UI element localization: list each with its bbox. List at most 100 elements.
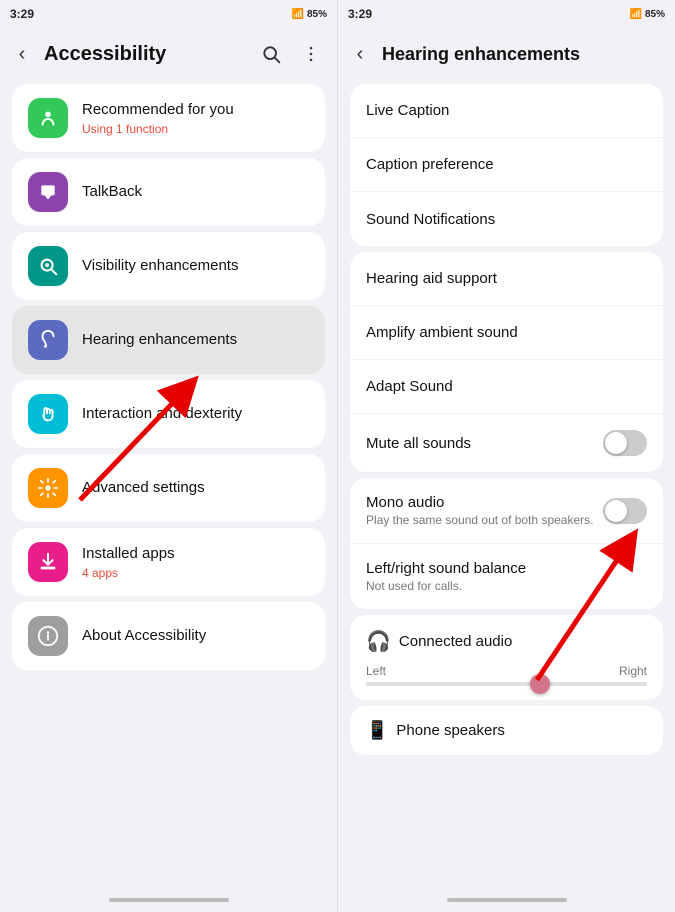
mono-audio-item[interactable]: Mono audio Play the same sound out of bo… (350, 478, 663, 544)
amplify-title: Amplify ambient sound (366, 324, 647, 341)
left-home-indicator (0, 888, 337, 912)
phone-speakers-section: 📱 Phone speakers (350, 706, 663, 755)
adapt-sound-text: Adapt Sound (366, 378, 647, 395)
installed-card: Installed apps 4 apps (12, 528, 325, 596)
talkback-text: TalkBack (82, 182, 309, 202)
mute-all-toggle[interactable] (603, 430, 647, 456)
sound-notif-text: Sound Notifications (366, 211, 647, 228)
talkback-card: TalkBack (12, 158, 325, 226)
right-time: 3:29 (348, 7, 372, 21)
advanced-icon (28, 468, 68, 508)
sidebar-item-advanced[interactable]: Advanced settings (12, 454, 325, 522)
right-status-bar: 3:29 📶 85% (338, 0, 675, 28)
phone-icon: 📱 (366, 720, 388, 741)
caption-pref-item[interactable]: Caption preference (350, 138, 663, 192)
mute-all-item[interactable]: Mute all sounds (350, 414, 663, 472)
mono-audio-toggle[interactable] (603, 498, 647, 524)
phone-speakers-title: Phone speakers (396, 722, 504, 739)
left-screen: 3:29 📶 85% ‹ Accessibility (0, 0, 337, 912)
recommended-title: Recommended for you (82, 100, 309, 120)
recommended-icon (28, 98, 68, 138)
connected-audio-section: 🎧 Connected audio Left Right (350, 615, 663, 700)
talkback-title: TalkBack (82, 182, 309, 202)
phone-speakers-header: 📱 Phone speakers (366, 720, 647, 741)
accessibility-menu-list: Recommended for you Using 1 function (0, 80, 337, 888)
sound-balance-slider[interactable] (366, 682, 647, 686)
adapt-sound-item[interactable]: Adapt Sound (350, 360, 663, 414)
left-top-bar: ‹ Accessibility (0, 28, 337, 80)
right-home-indicator (338, 888, 675, 912)
about-title: About Accessibility (82, 626, 309, 646)
mute-all-title: Mute all sounds (366, 435, 603, 452)
hearing-text: Hearing enhancements (82, 330, 309, 350)
visibility-text: Visibility enhancements (82, 256, 309, 276)
slider-fill (366, 682, 647, 686)
right-panel: 3:29 📶 85% ‹ Hearing enhancements Live C… (337, 0, 675, 912)
amplify-text: Amplify ambient sound (366, 324, 647, 341)
mono-audio-title: Mono audio (366, 494, 603, 511)
interaction-title: Interaction and dexterity (82, 404, 309, 424)
right-signal-icons: 📶 85% (630, 9, 665, 20)
interaction-text: Interaction and dexterity (82, 404, 309, 424)
mono-audio-subtitle: Play the same sound out of both speakers… (366, 513, 603, 527)
hearing-title: Hearing enhancements (82, 330, 309, 350)
caption-pref-title: Caption preference (366, 156, 647, 173)
sidebar-item-visibility[interactable]: Visibility enhancements (12, 232, 325, 300)
slider-thumb[interactable] (530, 674, 550, 694)
right-top-bar: ‹ Hearing enhancements (338, 28, 675, 80)
mono-audio-text: Mono audio Play the same sound out of bo… (366, 494, 603, 527)
hearing-card: Hearing enhancements (12, 306, 325, 374)
left-signal-icons: 📶 85% (292, 9, 327, 20)
headphones-icon: 🎧 (366, 629, 391, 654)
left-panel: 3:29 📶 85% ‹ Accessibility (0, 0, 337, 912)
live-caption-title: Live Caption (366, 102, 647, 119)
left-action-icons (253, 36, 329, 72)
left-time: 3:29 (10, 7, 34, 21)
sidebar-item-recommended[interactable]: Recommended for you Using 1 function (12, 84, 325, 152)
installed-text: Installed apps 4 apps (82, 544, 309, 580)
sound-notif-item[interactable]: Sound Notifications (350, 192, 663, 246)
left-page-title: Accessibility (40, 43, 253, 66)
left-back-button[interactable]: ‹ (4, 36, 40, 72)
advanced-title: Advanced settings (82, 478, 309, 498)
visibility-card: Visibility enhancements (12, 232, 325, 300)
about-card: About Accessibility (12, 602, 325, 670)
sidebar-item-installed[interactable]: Installed apps 4 apps (12, 528, 325, 596)
visibility-title: Visibility enhancements (82, 256, 309, 276)
left-right-title: Left/right sound balance (366, 560, 647, 577)
advanced-text: Advanced settings (82, 478, 309, 498)
more-options-button[interactable] (293, 36, 329, 72)
settings-group-3: Mono audio Play the same sound out of bo… (350, 478, 663, 609)
talkback-icon (28, 172, 68, 212)
hearing-settings-list: Live Caption Caption preference Sound No… (338, 80, 675, 888)
hearing-aid-text: Hearing aid support (366, 270, 647, 287)
right-screen: 3:29 📶 85% ‹ Hearing enhancements Live C… (337, 0, 675, 912)
about-text: About Accessibility (82, 626, 309, 646)
sidebar-item-hearing[interactable]: Hearing enhancements (12, 306, 325, 374)
caption-pref-text: Caption preference (366, 156, 647, 173)
installed-icon (28, 542, 68, 582)
hearing-aid-item[interactable]: Hearing aid support (350, 252, 663, 306)
hearing-icon (28, 320, 68, 360)
connected-audio-title: Connected audio (399, 633, 512, 650)
sidebar-item-interaction[interactable]: Interaction and dexterity (12, 380, 325, 448)
left-home-bar (109, 898, 229, 902)
installed-subtitle: 4 apps (82, 566, 309, 580)
search-button[interactable] (253, 36, 289, 72)
settings-group-1: Live Caption Caption preference Sound No… (350, 84, 663, 246)
advanced-card: Advanced settings (12, 454, 325, 522)
live-caption-item[interactable]: Live Caption (350, 84, 663, 138)
interaction-card: Interaction and dexterity (12, 380, 325, 448)
amplify-item[interactable]: Amplify ambient sound (350, 306, 663, 360)
sidebar-item-talkback[interactable]: TalkBack (12, 158, 325, 226)
right-page-title: Hearing enhancements (378, 44, 667, 65)
left-status-bar: 3:29 📶 85% (0, 0, 337, 28)
sidebar-item-about[interactable]: About Accessibility (12, 602, 325, 670)
left-right-text: Left/right sound balance Not used for ca… (366, 560, 647, 593)
about-icon (28, 616, 68, 656)
left-right-item[interactable]: Left/right sound balance Not used for ca… (350, 544, 663, 609)
right-back-button[interactable]: ‹ (342, 36, 378, 72)
adapt-sound-title: Adapt Sound (366, 378, 647, 395)
live-caption-text: Live Caption (366, 102, 647, 119)
hearing-aid-title: Hearing aid support (366, 270, 647, 287)
